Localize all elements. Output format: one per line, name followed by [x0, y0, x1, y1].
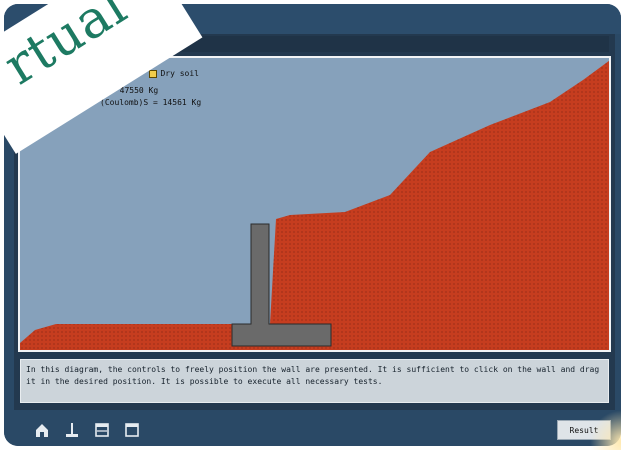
- calc-line-2: (Coulomb)S = 14561 Kg: [100, 98, 202, 107]
- window-icon[interactable]: [124, 422, 140, 438]
- bottom-toolbar: Result: [4, 410, 621, 446]
- home-icon[interactable]: [34, 422, 50, 438]
- corner-highlight: [590, 410, 621, 450]
- legend-dry-label: Dry soil: [160, 69, 199, 78]
- description-box: In this diagram, the controls to freely …: [20, 359, 609, 403]
- wall-icon[interactable]: [64, 422, 80, 438]
- wall-scene[interactable]: oil Dry soil = 47550 Kg (Coulomb)S = 145…: [18, 56, 611, 352]
- window-icon[interactable]: [94, 422, 110, 438]
- legend-dry-swatch: [149, 69, 158, 78]
